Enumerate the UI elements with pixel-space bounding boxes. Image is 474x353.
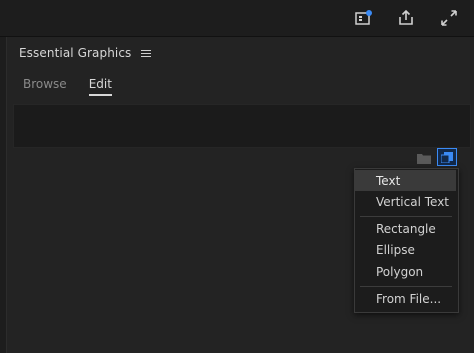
menu-item-text[interactable]: Text (355, 170, 456, 191)
menu-item-vertical-text[interactable]: Vertical Text (355, 191, 456, 212)
top-toolbar (0, 0, 474, 37)
tab-edit[interactable]: Edit (88, 77, 113, 96)
tab-browse[interactable]: Browse (23, 77, 67, 95)
folder-icon[interactable] (416, 152, 432, 164)
layers-list[interactable] (13, 104, 471, 148)
share-icon[interactable] (394, 6, 418, 30)
menu-item-polygon[interactable]: Polygon (355, 261, 456, 282)
menu-item-from-file[interactable]: From File... (355, 288, 456, 309)
panel-title: Essential Graphics (19, 46, 132, 60)
panel-header: Essential Graphics (19, 43, 152, 63)
panel-tabs: Browse Edit (23, 77, 113, 96)
menu-item-rectangle[interactable]: Rectangle (355, 218, 456, 239)
hamburger-icon[interactable] (141, 50, 152, 57)
fullscreen-icon[interactable] (437, 6, 461, 30)
menu-divider (360, 286, 452, 287)
menu-item-ellipse[interactable]: Ellipse (355, 239, 456, 260)
new-layer-icon[interactable] (437, 148, 457, 166)
menu-divider (360, 216, 452, 217)
quick-export-notification-icon[interactable] (352, 6, 376, 30)
new-layer-menu: Text Vertical Text Rectangle Ellipse Pol… (354, 168, 459, 313)
